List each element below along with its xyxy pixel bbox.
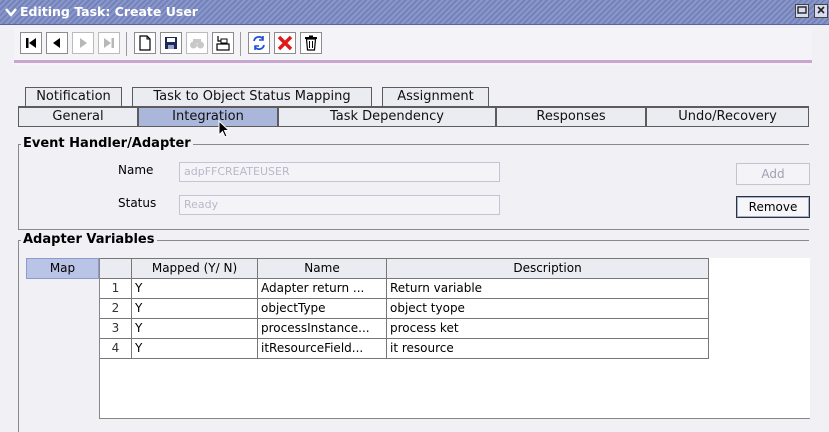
tab-responses[interactable]: Responses xyxy=(496,107,646,126)
table-header-row-number xyxy=(100,258,132,279)
next-record-icon xyxy=(76,36,90,50)
tab-content-border xyxy=(18,126,809,127)
save-icon xyxy=(164,36,178,50)
last-record-icon xyxy=(102,36,116,50)
delete-icon xyxy=(277,35,293,51)
refresh-button[interactable] xyxy=(248,32,270,54)
event-handler-group-left-border xyxy=(18,144,19,230)
delete-button[interactable] xyxy=(274,32,296,54)
new-button[interactable] xyxy=(134,32,156,54)
refresh-icon xyxy=(251,35,267,51)
query-button[interactable] xyxy=(212,32,234,54)
event-handler-group-bottom-border xyxy=(18,229,809,230)
tab-undo-recovery[interactable]: Undo/Recovery xyxy=(646,107,809,126)
query-icon xyxy=(215,35,231,51)
name-label: Name xyxy=(118,163,154,177)
table-cell-description[interactable]: process ket xyxy=(387,319,709,339)
table-cell-name[interactable]: itResourceField... xyxy=(258,339,387,359)
trash-icon xyxy=(304,35,318,51)
table-header-description[interactable]: Description xyxy=(387,258,709,279)
table-cell-mapped[interactable]: Y xyxy=(132,279,258,299)
tab-general[interactable]: General xyxy=(18,107,138,126)
table-cell-mapped[interactable]: Y xyxy=(132,319,258,339)
table-row-number: 4 xyxy=(100,339,132,359)
remove-button[interactable]: Remove xyxy=(736,196,810,218)
minimize-icon[interactable] xyxy=(795,4,809,18)
adapter-variables-table: Mapped (Y/ N) Name Description 1 Y Adapt… xyxy=(99,258,810,419)
table-row-number: 2 xyxy=(100,299,132,319)
name-field[interactable]: adpFFCREATEUSER xyxy=(179,162,500,182)
status-field[interactable]: Ready xyxy=(179,195,500,215)
table-cell-mapped[interactable]: Y xyxy=(132,339,258,359)
close-icon[interactable] xyxy=(814,4,828,18)
first-record-icon xyxy=(24,36,38,50)
table-row-number: 1 xyxy=(100,279,132,299)
tab-assignment[interactable]: Assignment xyxy=(382,87,489,106)
find-icon xyxy=(189,36,205,50)
map-button[interactable]: Map xyxy=(26,258,99,279)
last-record-button[interactable] xyxy=(98,32,120,54)
window-title: Editing Task: Create User xyxy=(20,4,198,19)
previous-record-button[interactable] xyxy=(46,32,68,54)
toolbar xyxy=(14,28,812,66)
table-cell-name[interactable]: processInstance... xyxy=(258,319,387,339)
tab-notification[interactable]: Notification xyxy=(25,87,122,106)
adapter-variables-group-title: Adapter Variables xyxy=(21,232,157,247)
table-row-number: 3 xyxy=(100,319,132,339)
tab-integration[interactable]: Integration xyxy=(138,107,278,126)
mouse-cursor-icon xyxy=(218,119,231,141)
tab-task-dependency[interactable]: Task Dependency xyxy=(278,107,496,126)
toolbar-separator xyxy=(240,32,241,56)
add-button[interactable]: Add xyxy=(736,163,810,185)
table-cell-description[interactable]: it resource xyxy=(387,339,709,359)
adapter-variables-group-left-border xyxy=(18,240,19,432)
table-cell-description[interactable]: object tyope xyxy=(387,299,709,319)
first-record-button[interactable] xyxy=(20,32,42,54)
event-handler-group-title: Event Handler/Adapter xyxy=(21,136,193,151)
table-cell-description[interactable]: Return variable xyxy=(387,279,709,299)
find-button[interactable] xyxy=(186,32,208,54)
window-menu-chevron-icon[interactable] xyxy=(4,5,18,19)
trash-button[interactable] xyxy=(300,32,322,54)
table-cell-name[interactable]: Adapter return ... xyxy=(258,279,387,299)
new-document-icon xyxy=(138,35,152,51)
toolbar-separator xyxy=(126,32,127,56)
table-header-name[interactable]: Name xyxy=(258,258,387,279)
save-button[interactable] xyxy=(160,32,182,54)
table-header-mapped[interactable]: Mapped (Y/ N) xyxy=(132,258,258,279)
table-cell-name[interactable]: objectType xyxy=(258,299,387,319)
status-label: Status xyxy=(118,196,157,210)
table-cell-mapped[interactable]: Y xyxy=(132,299,258,319)
toolbar-accent-line xyxy=(14,60,812,63)
tab-task-to-object-status-mapping[interactable]: Task to Object Status Mapping xyxy=(132,87,372,106)
next-record-button[interactable] xyxy=(72,32,94,54)
previous-record-icon xyxy=(50,36,64,50)
window-title-bar: Editing Task: Create User xyxy=(0,0,829,25)
